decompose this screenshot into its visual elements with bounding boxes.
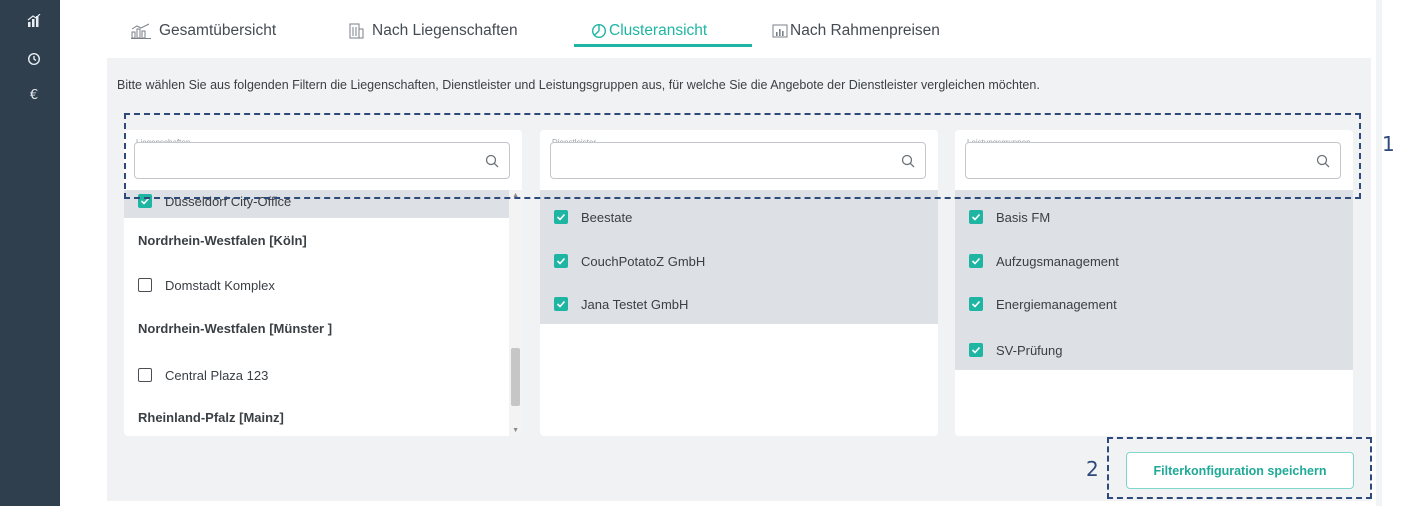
tab-clusteransicht[interactable]: Clusteransicht xyxy=(591,17,707,45)
tab-nach-liegenschaften[interactable]: Nach Liegenschaften xyxy=(348,17,518,45)
list-item[interactable]: Aufzugsmanagement xyxy=(969,251,1119,271)
list-item[interactable]: Jana Testet GmbH xyxy=(554,294,688,314)
item-label: Domstadt Komplex xyxy=(165,277,275,293)
item-label: Central Plaza 123 xyxy=(165,367,269,383)
list-item[interactable]: CouchPotatoZ GmbH xyxy=(554,251,705,271)
item-label: Basis FM xyxy=(996,209,1051,225)
tab-label: Nach Liegenschaften xyxy=(372,22,518,39)
liegenschaften-list: Düsseldorf City-Office Nordrhein-Westfal… xyxy=(124,190,522,436)
clock-icon[interactable] xyxy=(26,52,42,68)
list-item[interactable]: Beestate xyxy=(554,207,632,227)
tab-label: Gesamtübersicht xyxy=(159,22,277,39)
active-tab-indicator xyxy=(574,44,752,47)
group-header: Nordrhein-Westfalen [Münster ] xyxy=(138,321,333,336)
annotation-number: 1 xyxy=(1382,132,1395,156)
checkbox-checked[interactable] xyxy=(554,254,568,268)
leistungsgruppen-list: Basis FM Aufzugsmanagement Energiemanage… xyxy=(955,190,1353,436)
tab-gesamtuebersicht[interactable]: Gesamtübersicht xyxy=(131,17,276,45)
scrollbar-thumb[interactable] xyxy=(511,348,520,406)
list-item[interactable]: Central Plaza 123 xyxy=(138,365,268,385)
checkbox-unchecked[interactable] xyxy=(138,278,152,292)
list-item[interactable]: Basis FM xyxy=(969,207,1050,227)
list-item[interactable]: Domstadt Komplex xyxy=(138,275,275,295)
checkbox-checked[interactable] xyxy=(969,297,983,311)
pie-chart-icon xyxy=(591,23,607,39)
annotation-box-filters xyxy=(124,113,1361,199)
group-header: Rheinland-Pfalz [Mainz] xyxy=(138,410,284,425)
chart-icon[interactable] xyxy=(26,13,42,30)
building-icon xyxy=(349,23,364,39)
building-chart-icon xyxy=(131,23,151,39)
dienstleister-list: Beestate CouchPotatoZ GmbH Jana Testet G… xyxy=(540,190,938,436)
checkbox-checked[interactable] xyxy=(969,254,983,268)
page-scrollbar[interactable] xyxy=(1376,0,1382,506)
checkbox-checked[interactable] xyxy=(969,210,983,224)
intro-text: Bitte wählen Sie aus folgenden Filtern d… xyxy=(117,78,1040,92)
group-header: Nordrhein-Westfalen [Köln] xyxy=(138,233,307,248)
tab-label: Clusteransicht xyxy=(609,22,708,39)
item-label: Jana Testet GmbH xyxy=(581,296,689,312)
item-label: Energiemanagement xyxy=(996,296,1117,312)
annotation-box-save-button xyxy=(1107,437,1372,499)
annotation-number: 2 xyxy=(1086,457,1099,481)
tab-nach-rahmenpreisen[interactable]: Nach Rahmenpreisen xyxy=(772,17,940,45)
euro-icon[interactable]: € xyxy=(26,88,42,104)
list-item[interactable]: Energiemanagement xyxy=(969,294,1117,314)
checkbox-checked[interactable] xyxy=(969,343,983,357)
checkbox-checked[interactable] xyxy=(554,297,568,311)
checkbox-checked[interactable] xyxy=(554,210,568,224)
scroll-down-arrow-icon[interactable]: ▼ xyxy=(512,427,519,434)
bar-chart-icon xyxy=(772,24,788,38)
checkbox-unchecked[interactable] xyxy=(138,368,152,382)
item-label: CouchPotatoZ GmbH xyxy=(581,253,706,269)
list-item[interactable]: SV-Prüfung xyxy=(969,340,1063,360)
item-label: Aufzugsmanagement xyxy=(996,253,1119,269)
list-scrollbar[interactable]: ▲ ▼ xyxy=(509,190,522,436)
item-label: Beestate xyxy=(581,209,633,225)
tab-label: Nach Rahmenpreisen xyxy=(790,22,940,39)
item-label: SV-Prüfung xyxy=(996,342,1063,358)
sidebar: € xyxy=(0,0,60,506)
